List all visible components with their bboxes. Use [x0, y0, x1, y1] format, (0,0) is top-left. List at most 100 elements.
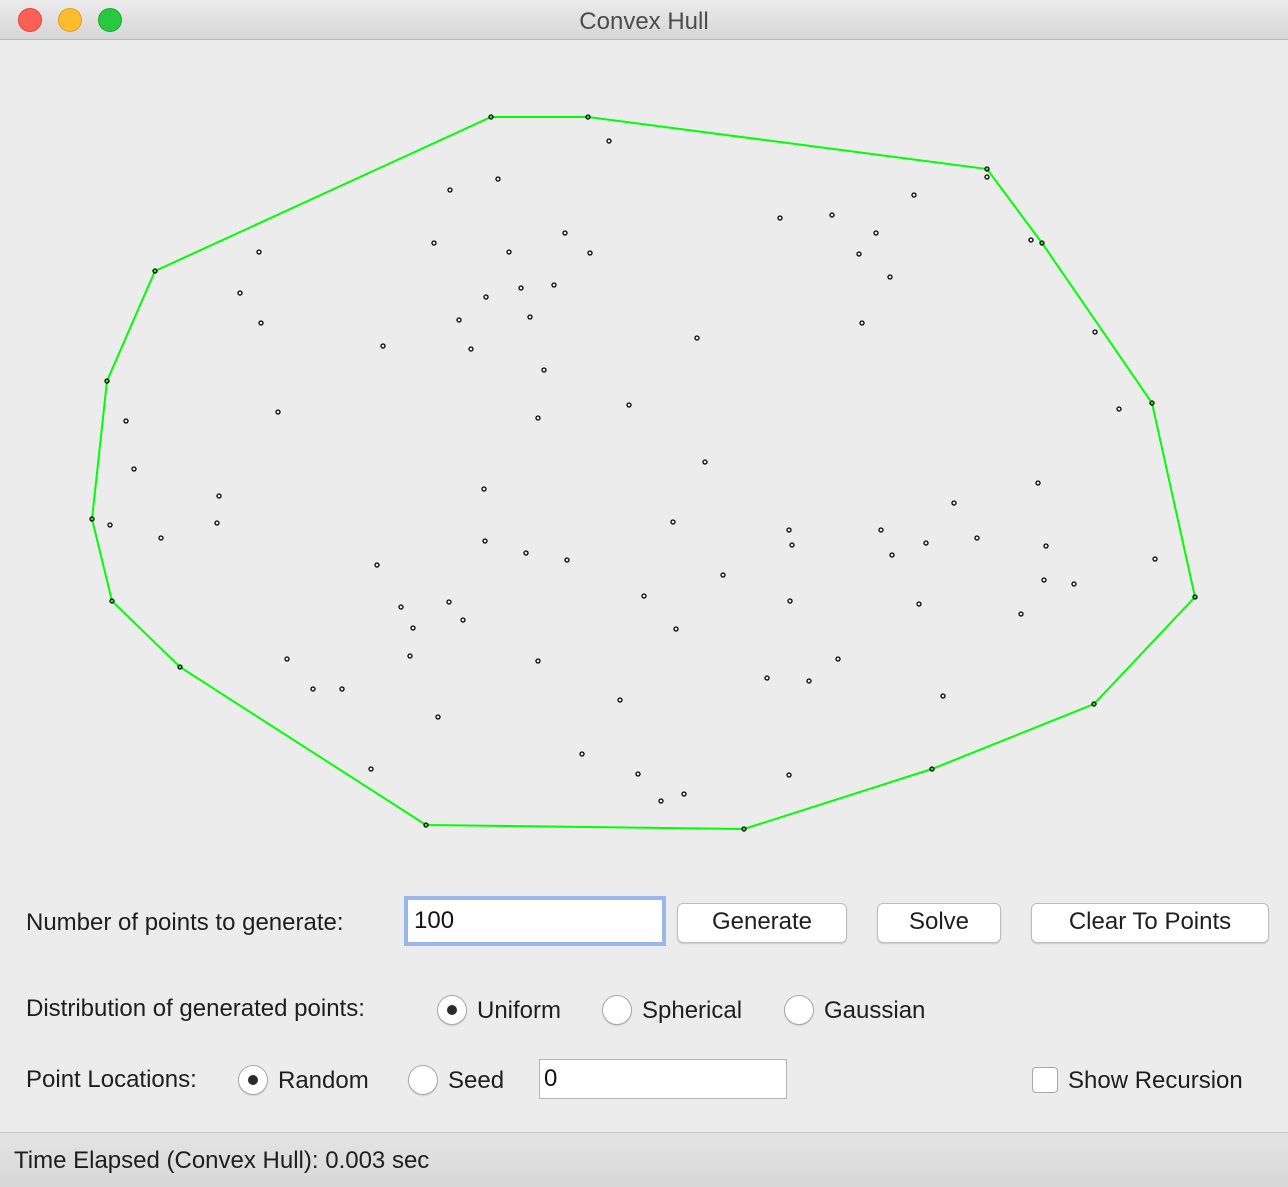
- point-45: [216, 493, 222, 499]
- point-89: [435, 714, 441, 720]
- point-11: [562, 230, 568, 236]
- point-67: [641, 593, 647, 599]
- point-77: [673, 626, 679, 632]
- point-22: [483, 294, 489, 300]
- point-79: [284, 656, 290, 662]
- uniform-radio-label[interactable]: Uniform: [477, 997, 561, 1025]
- point-29: [1092, 329, 1098, 335]
- num-points-label: Number of points to generate:: [26, 909, 344, 936]
- point-99: [617, 697, 623, 703]
- point-44: [481, 486, 487, 492]
- point-23: [518, 285, 524, 291]
- title-bar: Convex Hull: [0, 0, 1288, 40]
- point-46: [951, 500, 957, 506]
- point-53: [158, 535, 164, 541]
- seed-radio-label[interactable]: Seed: [448, 1067, 504, 1095]
- random-radio[interactable]: [238, 1065, 268, 1095]
- point-95: [681, 791, 687, 797]
- uniform-radio[interactable]: [437, 995, 467, 1025]
- gaussian-radio-label[interactable]: Gaussian: [824, 997, 925, 1025]
- point-52: [878, 527, 884, 533]
- show-recursion-label[interactable]: Show Recursion: [1068, 1067, 1243, 1095]
- point-50: [670, 519, 676, 525]
- point-43: [1035, 480, 1041, 486]
- point-85: [310, 686, 316, 692]
- hull-canvas[interactable]: [0, 41, 1288, 881]
- point-48: [107, 522, 113, 528]
- point-49: [214, 520, 220, 526]
- point-8: [777, 215, 783, 221]
- point-62: [1152, 556, 1158, 562]
- point-51: [786, 527, 792, 533]
- distribution-label: Distribution of generated points:: [26, 995, 365, 1022]
- point-38: [275, 409, 281, 415]
- point-12: [1028, 237, 1034, 243]
- point-70: [446, 599, 452, 605]
- gaussian-radio[interactable]: [784, 995, 814, 1025]
- point-25: [258, 320, 264, 326]
- point-28: [859, 320, 865, 326]
- point-65: [1041, 577, 1047, 583]
- seed-input[interactable]: [539, 1059, 787, 1099]
- point-9: [829, 212, 835, 218]
- point-72: [916, 601, 922, 607]
- point-24: [551, 282, 557, 288]
- point-80: [535, 658, 541, 664]
- point-6: [447, 187, 453, 193]
- point-34: [541, 367, 547, 373]
- point-73: [398, 604, 404, 610]
- clear-to-points-button[interactable]: Clear To Points: [1031, 903, 1269, 943]
- point-14: [856, 251, 862, 257]
- point-39: [535, 415, 541, 421]
- point-74: [1018, 611, 1024, 617]
- point-57: [923, 540, 929, 546]
- window-title: Convex Hull: [579, 8, 709, 35]
- point-93: [635, 771, 641, 777]
- point-94: [786, 772, 792, 778]
- show-recursion-checkbox[interactable]: [1032, 1067, 1058, 1093]
- point-59: [523, 550, 529, 556]
- point-36: [1116, 406, 1122, 412]
- generate-button[interactable]: Generate: [677, 903, 847, 943]
- point-locations-label: Point Locations:: [26, 1066, 197, 1093]
- convex-hull-polygon: [90, 116, 1197, 831]
- point-91: [368, 766, 374, 772]
- point-40: [123, 418, 129, 424]
- point-18: [256, 249, 262, 255]
- point-71: [787, 598, 793, 604]
- point-4: [984, 174, 990, 180]
- point-86: [339, 686, 345, 692]
- random-radio-label[interactable]: Random: [278, 1067, 369, 1095]
- point-7: [495, 176, 501, 182]
- point-83: [764, 675, 770, 681]
- point-81: [835, 656, 841, 662]
- point-58: [1043, 543, 1049, 549]
- point-30: [694, 335, 700, 341]
- solve-button[interactable]: Solve: [877, 903, 1001, 943]
- point-60: [889, 552, 895, 558]
- point-54: [974, 535, 980, 541]
- point-76: [410, 625, 416, 631]
- point-10: [873, 230, 879, 236]
- point-17: [587, 250, 593, 256]
- point-16: [506, 249, 512, 255]
- point-84: [806, 678, 812, 684]
- point-32: [468, 346, 474, 352]
- point-55: [482, 538, 488, 544]
- spherical-radio[interactable]: [602, 995, 632, 1025]
- point-66: [1071, 581, 1077, 587]
- num-points-input[interactable]: [404, 896, 666, 946]
- point-96: [658, 798, 664, 804]
- point-21: [237, 290, 243, 296]
- hull-plot: [89, 114, 1198, 832]
- points-group: [89, 114, 1198, 832]
- time-elapsed-text: Time Elapsed (Convex Hull): 0.003 sec: [14, 1147, 430, 1174]
- seed-radio[interactable]: [408, 1065, 438, 1095]
- spherical-radio-label[interactable]: Spherical: [642, 997, 742, 1025]
- status-bar: Time Elapsed (Convex Hull): 0.003 sec: [0, 1132, 1288, 1187]
- point-78: [407, 653, 413, 659]
- point-56: [789, 542, 795, 548]
- point-90: [579, 751, 585, 757]
- point-75: [460, 617, 466, 623]
- point-42: [131, 466, 137, 472]
